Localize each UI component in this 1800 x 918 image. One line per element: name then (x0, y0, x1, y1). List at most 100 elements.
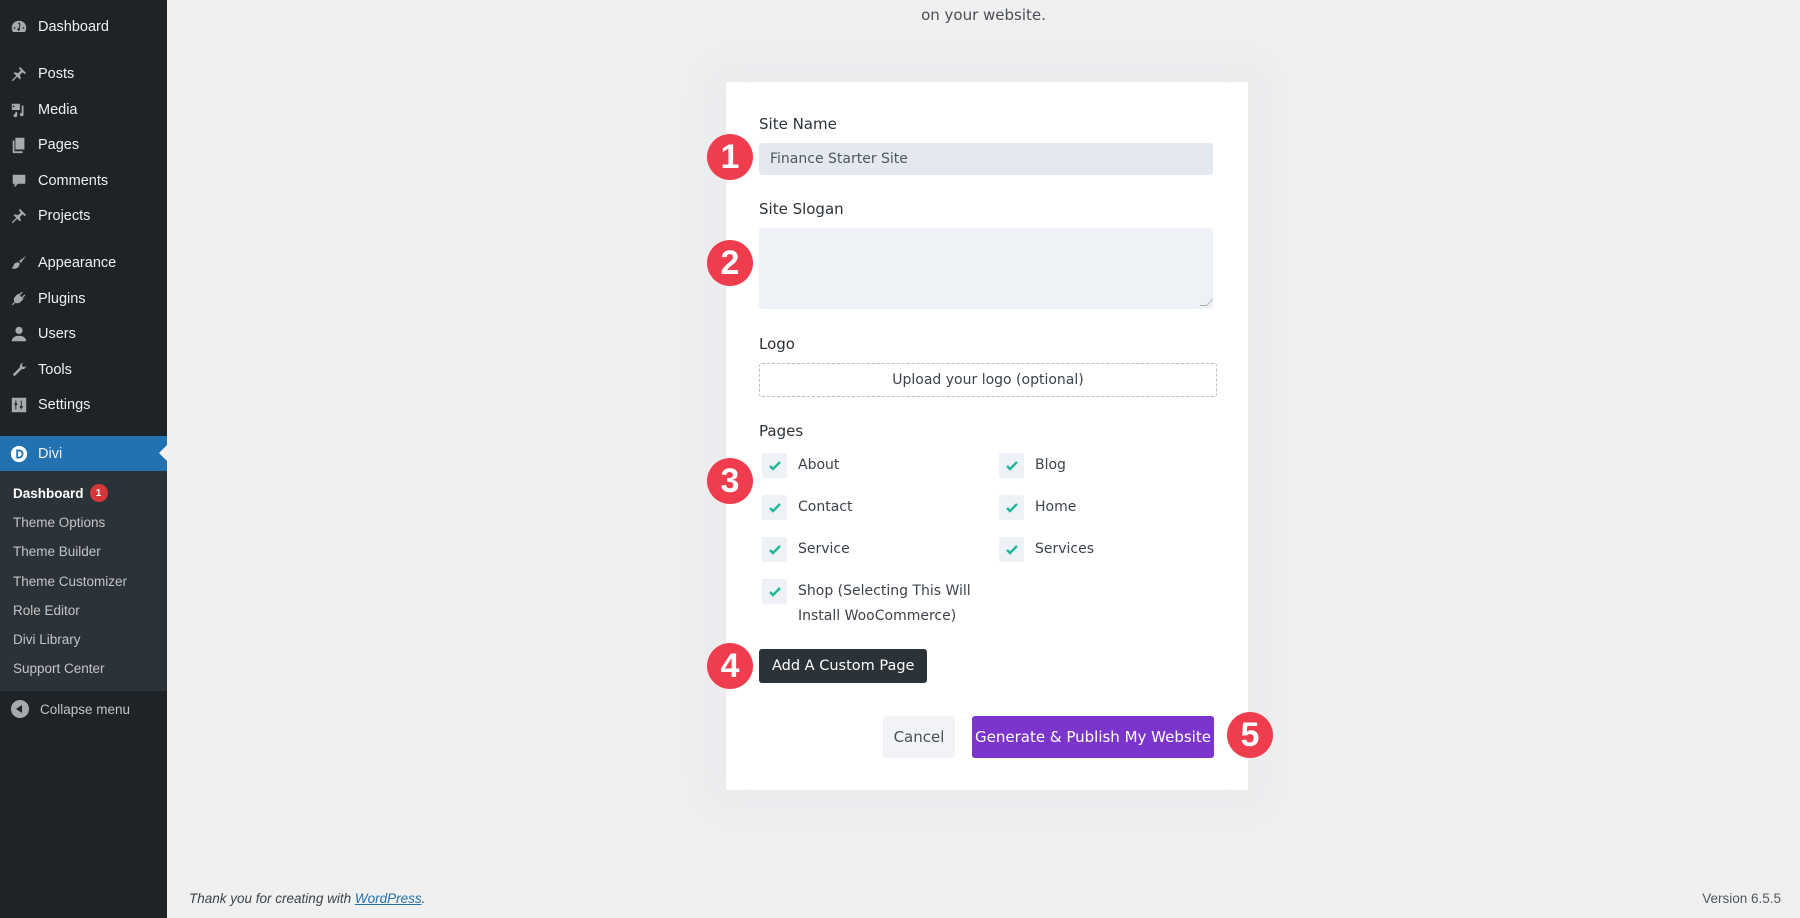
sidebar-item-tools[interactable]: Tools (0, 353, 167, 387)
page-checkbox-shop[interactable]: Shop (Selecting This Will Install WooCom… (762, 579, 971, 629)
footer-thanks: Thank you for creating with WordPress. (189, 891, 425, 906)
footer-thanks-suffix: . (421, 891, 426, 906)
checkmark-icon (1005, 502, 1018, 513)
checkbox-label-line: Shop (Selecting This Will (798, 583, 971, 599)
footer-thanks-text: Thank you for creating with (189, 891, 355, 906)
checkbox-label: Home (1035, 499, 1077, 515)
pushpin-icon (9, 64, 29, 84)
sidebar-item-label: Plugins (38, 291, 86, 307)
sidebar-item-appearance[interactable]: Appearance (0, 246, 167, 280)
checkbox[interactable] (999, 453, 1024, 478)
page-checkbox-about[interactable]: About (762, 453, 839, 478)
checkbox[interactable] (999, 495, 1024, 520)
sidebar-item-label: Media (38, 102, 78, 118)
generate-publish-button[interactable]: Generate & Publish My Website (972, 716, 1214, 758)
pages-icon (9, 135, 29, 155)
collapse-menu-button[interactable]: Collapse menu (0, 694, 167, 724)
admin-sidebar: Dashboard Posts Media Pages Comments Pro… (0, 0, 167, 918)
sidebar-item-label: Settings (38, 397, 91, 413)
sidebar-item-posts[interactable]: Posts (0, 57, 167, 91)
step-marker-1: 1 (707, 134, 753, 180)
footer-version: Version 6.5.5 (1702, 891, 1781, 906)
site-name-input[interactable] (759, 143, 1213, 175)
sidebar-item-label: Divi (38, 445, 63, 462)
sidebar-item-divi[interactable]: Divi (0, 436, 167, 471)
sidebar-item-label: Dashboard (38, 19, 109, 35)
collapse-menu-label: Collapse menu (40, 701, 131, 717)
site-setup-form: Site Name Site Slogan Logo Upload your l… (726, 82, 1248, 790)
submenu-item-label: Dashboard (13, 485, 84, 501)
collapse-arrow-icon (11, 700, 29, 718)
user-icon (9, 324, 29, 344)
checkbox[interactable] (762, 537, 787, 562)
page-checkbox-service[interactable]: Service (762, 537, 850, 562)
sidebar-item-users[interactable]: Users (0, 317, 167, 351)
checkbox[interactable] (762, 453, 787, 478)
paintbrush-icon (9, 253, 29, 273)
checkmark-icon (768, 502, 781, 513)
submenu-item-theme-customizer[interactable]: Theme Customizer (13, 570, 127, 592)
checkmark-icon (1005, 460, 1018, 471)
checkbox[interactable] (999, 537, 1024, 562)
sidebar-item-label: Appearance (38, 255, 117, 271)
step-marker-3: 3 (707, 458, 753, 504)
submenu-item-divi-library[interactable]: Divi Library (13, 628, 81, 650)
checkbox-label: Services (1035, 541, 1095, 557)
sidebar-item-projects[interactable]: Projects (0, 199, 167, 233)
media-icon (9, 100, 29, 120)
submenu-item-theme-builder[interactable]: Theme Builder (13, 540, 101, 562)
checkbox-label: Blog (1035, 457, 1066, 473)
site-name-label: Site Name (759, 115, 837, 133)
cancel-button[interactable]: Cancel (883, 716, 955, 758)
wordpress-link[interactable]: WordPress (355, 891, 422, 906)
page-checkbox-contact[interactable]: Contact (762, 495, 852, 520)
resize-handle-icon[interactable] (1199, 299, 1214, 306)
settings-sliders-icon (9, 395, 29, 415)
logo-label: Logo (759, 335, 795, 353)
checkbox-label: About (798, 457, 840, 473)
page-checkbox-services[interactable]: Services (999, 537, 1094, 562)
sidebar-item-dashboard[interactable]: Dashboard (0, 10, 167, 44)
sidebar-item-label: Pages (38, 137, 80, 153)
checkbox[interactable] (762, 495, 787, 520)
pages-label: Pages (759, 422, 804, 440)
submenu-item-support-center[interactable]: Support Center (13, 657, 105, 679)
checkmark-icon (768, 586, 781, 597)
comment-icon (9, 171, 29, 191)
add-custom-page-button[interactable]: Add A Custom Page (759, 649, 928, 683)
sidebar-item-label: Projects (38, 208, 91, 224)
sidebar-item-media[interactable]: Media (0, 93, 167, 127)
sidebar-item-pages[interactable]: Pages (0, 128, 167, 162)
checkmark-icon (768, 460, 781, 471)
dashboard-icon (9, 17, 29, 37)
checkbox-label: Contact (798, 499, 853, 515)
notification-badge: 1 (89, 484, 108, 502)
step-marker-4: 4 (707, 643, 753, 689)
pushpin-icon (9, 206, 29, 226)
submenu-item-dashboard[interactable]: Dashboard 1 (13, 482, 108, 504)
sidebar-item-settings[interactable]: Settings (0, 388, 167, 422)
submenu-item-theme-options[interactable]: Theme Options (13, 511, 105, 533)
intro-text: on your website. (921, 6, 1046, 24)
sidebar-item-label: Users (38, 326, 76, 342)
site-slogan-textarea[interactable] (759, 228, 1214, 309)
page-checkbox-home[interactable]: Home (999, 495, 1076, 520)
site-slogan-label: Site Slogan (759, 200, 844, 218)
step-marker-2: 2 (707, 240, 753, 286)
checkmark-icon (1005, 544, 1018, 555)
divi-logo-icon (9, 444, 29, 464)
divi-submenu: Dashboard 1 Theme Options Theme Builder … (0, 471, 167, 691)
sidebar-item-plugins[interactable]: Plugins (0, 282, 167, 316)
submenu-item-role-editor[interactable]: Role Editor (13, 599, 80, 621)
plugin-icon (9, 289, 29, 309)
sidebar-item-label: Comments (38, 173, 109, 189)
sidebar-item-comments[interactable]: Comments (0, 164, 167, 198)
upload-logo-button[interactable]: Upload your logo (optional) (759, 363, 1217, 397)
page-checkbox-blog[interactable]: Blog (999, 453, 1066, 478)
sidebar-item-label: Tools (38, 362, 72, 378)
wrench-icon (9, 360, 29, 380)
checkbox-label: Service (798, 541, 850, 557)
sidebar-item-label: Posts (38, 66, 75, 82)
checkmark-icon (768, 544, 781, 555)
checkbox[interactable] (762, 579, 787, 604)
